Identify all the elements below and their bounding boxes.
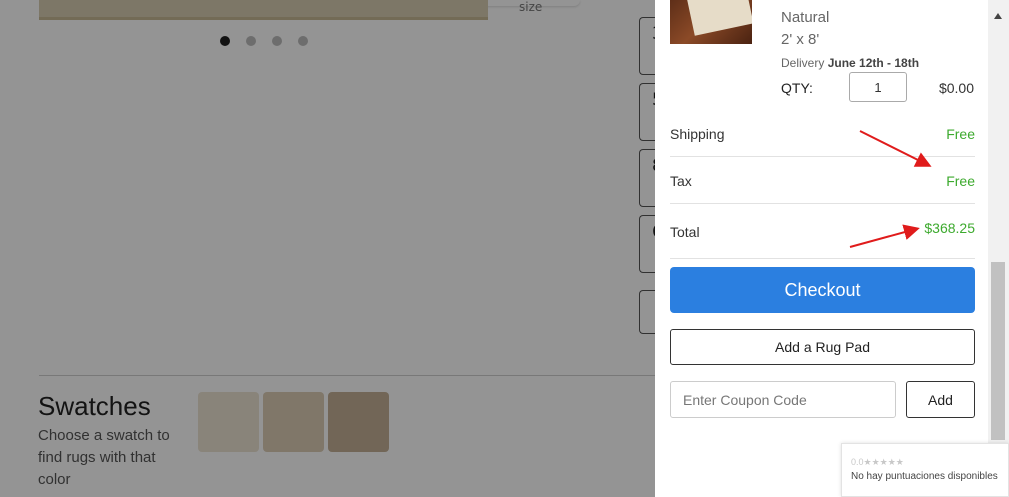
modal-overlay[interactable] xyxy=(0,0,655,497)
tax-value: Free xyxy=(946,173,975,189)
shipping-value: Free xyxy=(946,126,975,142)
item-size: 2' x 8' xyxy=(781,31,820,48)
rating-stars-icon: 0.0★★★★★ xyxy=(851,457,904,467)
total-row: Total $368.25 xyxy=(670,204,975,259)
shipping-row: Shipping Free xyxy=(670,110,975,157)
scroll-thumb[interactable] xyxy=(991,262,1005,440)
item-name: Natural xyxy=(781,9,830,26)
scroll-up-arrow-icon[interactable] xyxy=(994,13,1002,19)
delivery-label: Delivery xyxy=(781,56,825,70)
qty-label: QTY: xyxy=(781,80,813,96)
item-thumbnail xyxy=(670,0,752,44)
coupon-add-button[interactable]: Add xyxy=(906,381,975,418)
tax-row: Tax Free xyxy=(670,157,975,204)
checkout-button[interactable]: Checkout xyxy=(670,267,975,313)
tax-label: Tax xyxy=(670,173,692,189)
coupon-input[interactable] xyxy=(670,381,896,418)
review-badge[interactable]: 0.0★★★★★ No hay puntuaciones disponibles xyxy=(841,443,1009,497)
total-label: Total xyxy=(670,224,700,240)
review-text: No hay puntuaciones disponibles xyxy=(851,471,998,482)
qty-input[interactable] xyxy=(849,72,907,102)
scrollbar[interactable] xyxy=(988,0,1009,497)
delivery-dates: June 12th - 18th xyxy=(827,56,920,70)
total-value: $368.25 xyxy=(924,220,975,236)
cart-drawer: Natural 2' x 8' Delivery June 12th - 18t… xyxy=(655,0,1009,497)
delivery-info: Delivery June 12th - 18th xyxy=(781,56,919,70)
shipping-label: Shipping xyxy=(670,126,725,142)
item-price: $0.00 xyxy=(938,80,974,96)
add-rug-pad-button[interactable]: Add a Rug Pad xyxy=(670,329,975,365)
